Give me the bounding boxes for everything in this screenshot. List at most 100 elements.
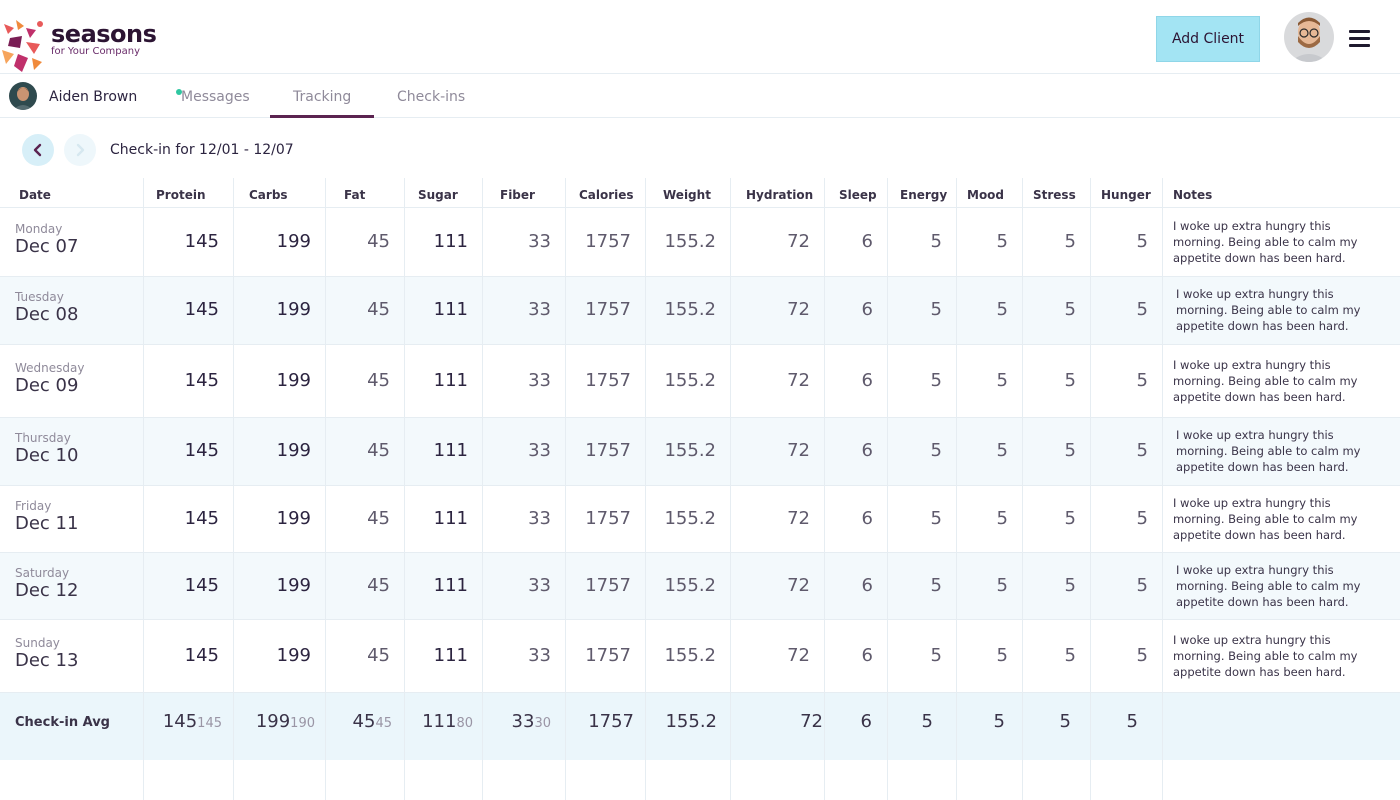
cell-hunger[interactable]: 5 — [1090, 508, 1148, 529]
column-header-mood[interactable]: Mood — [956, 178, 1022, 208]
cell-hunger[interactable]: 5 — [1090, 231, 1148, 252]
cell-stress[interactable]: 5 — [1022, 231, 1076, 252]
column-header-calories[interactable]: Calories — [565, 178, 645, 208]
cell-mood[interactable]: 5 — [956, 441, 1008, 461]
cell-weight[interactable]: 155.2 — [645, 645, 716, 666]
cell-stress[interactable]: 5 — [1022, 508, 1076, 529]
column-header-hunger[interactable]: Hunger — [1090, 178, 1162, 208]
cell-carbs[interactable]: 199 — [233, 575, 311, 596]
cell-hunger[interactable]: 5 — [1090, 575, 1148, 596]
cell-fat[interactable]: 45 — [325, 575, 390, 596]
previous-week-button[interactable] — [22, 134, 54, 166]
cell-calories[interactable]: 1757 — [565, 508, 631, 529]
cell-mood[interactable]: 5 — [956, 370, 1008, 391]
column-header-date[interactable]: Date — [0, 178, 143, 208]
cell-mood[interactable]: 5 — [956, 575, 1008, 596]
cell-weight[interactable]: 155.2 — [645, 300, 716, 320]
cell-fat[interactable]: 45 — [325, 300, 390, 320]
cell-calories[interactable]: 1757 — [565, 370, 631, 391]
cell-hunger[interactable]: 5 — [1090, 300, 1148, 320]
cell-fat[interactable]: 45 — [325, 508, 390, 529]
column-header-sleep[interactable]: Sleep — [824, 178, 887, 208]
cell-carbs[interactable]: 199 — [233, 370, 311, 391]
cell-fiber[interactable]: 33 — [482, 370, 551, 391]
cell-mood[interactable]: 5 — [956, 300, 1008, 320]
column-header-fat[interactable]: Fat — [325, 178, 404, 208]
cell-sleep[interactable]: 6 — [824, 300, 873, 320]
cell-fat[interactable]: 45 — [325, 645, 390, 666]
cell-sugar[interactable]: 111 — [404, 575, 468, 596]
cell-sleep[interactable]: 6 — [824, 575, 873, 596]
cell-sugar[interactable]: 111 — [404, 508, 468, 529]
cell-mood[interactable]: 5 — [956, 231, 1008, 252]
cell-sugar[interactable]: 111 — [404, 231, 468, 252]
cell-sugar[interactable]: 111 — [404, 441, 468, 461]
cell-energy[interactable]: 5 — [887, 575, 942, 596]
cell-protein[interactable]: 145 — [143, 508, 219, 529]
cell-protein[interactable]: 145 — [143, 575, 219, 596]
cell-sleep[interactable]: 6 — [824, 508, 873, 529]
cell-hunger[interactable]: 5 — [1090, 645, 1148, 666]
cell-fiber[interactable]: 33 — [482, 441, 551, 461]
cell-weight[interactable]: 155.2 — [645, 441, 716, 461]
cell-protein[interactable]: 145 — [143, 231, 219, 252]
cell-fiber[interactable]: 33 — [482, 300, 551, 320]
client-name[interactable]: Aiden Brown — [49, 89, 137, 105]
cell-energy[interactable]: 5 — [887, 508, 942, 529]
cell-energy[interactable]: 5 — [887, 441, 942, 461]
column-header-stress[interactable]: Stress — [1022, 178, 1090, 208]
cell-weight[interactable]: 155.2 — [645, 508, 716, 529]
cell-carbs[interactable]: 199 — [233, 441, 311, 461]
hamburger-icon[interactable] — [1349, 30, 1371, 48]
cell-hunger[interactable]: 5 — [1090, 370, 1148, 391]
cell-fiber[interactable]: 33 — [482, 231, 551, 252]
cell-weight[interactable]: 155.2 — [645, 575, 716, 596]
cell-calories[interactable]: 1757 — [565, 575, 631, 596]
cell-calories[interactable]: 1757 — [565, 300, 631, 320]
cell-fiber[interactable]: 33 — [482, 575, 551, 596]
cell-calories[interactable]: 1757 — [565, 441, 631, 461]
client-avatar[interactable] — [9, 82, 37, 110]
cell-protein[interactable]: 145 — [143, 300, 219, 320]
cell-weight[interactable]: 155.2 — [645, 231, 716, 252]
cell-hydration[interactable]: 72 — [730, 370, 810, 391]
cell-fiber[interactable]: 33 — [482, 508, 551, 529]
cell-hydration[interactable]: 72 — [730, 300, 810, 320]
cell-carbs[interactable]: 199 — [233, 300, 311, 320]
cell-mood[interactable]: 5 — [956, 508, 1008, 529]
column-header-weight[interactable]: Weight — [645, 178, 730, 208]
cell-calories[interactable]: 1757 — [565, 645, 631, 666]
cell-sleep[interactable]: 6 — [824, 645, 873, 666]
cell-sugar[interactable]: 111 — [404, 300, 468, 320]
cell-energy[interactable]: 5 — [887, 231, 942, 252]
cell-calories[interactable]: 1757 — [565, 231, 631, 252]
cell-stress[interactable]: 5 — [1022, 575, 1076, 596]
cell-notes[interactable]: I woke up extra hungry this morning. Bei… — [1173, 357, 1383, 405]
cell-hydration[interactable]: 72 — [730, 231, 810, 252]
cell-fat[interactable]: 45 — [325, 370, 390, 391]
column-header-protein[interactable]: Protein — [143, 178, 233, 208]
cell-protein[interactable]: 145 — [143, 370, 219, 391]
tab-messages[interactable]: Messages — [181, 89, 250, 105]
column-header-carbs[interactable]: Carbs — [233, 178, 325, 208]
cell-fat[interactable]: 45 — [325, 441, 390, 461]
cell-fiber[interactable]: 33 — [482, 645, 551, 666]
column-header-fiber[interactable]: Fiber — [482, 178, 565, 208]
cell-sleep[interactable]: 6 — [824, 231, 873, 252]
column-header-notes[interactable]: Notes — [1162, 178, 1400, 208]
add-client-button[interactable]: Add Client — [1156, 16, 1260, 62]
column-header-energy[interactable]: Energy — [887, 178, 956, 208]
cell-stress[interactable]: 5 — [1022, 300, 1076, 320]
cell-carbs[interactable]: 199 — [233, 508, 311, 529]
cell-fat[interactable]: 45 — [325, 231, 390, 252]
cell-carbs[interactable]: 199 — [233, 231, 311, 252]
cell-hydration[interactable]: 72 — [730, 575, 810, 596]
tab-tracking[interactable]: Tracking — [293, 89, 351, 105]
cell-energy[interactable]: 5 — [887, 645, 942, 666]
cell-carbs[interactable]: 199 — [233, 645, 311, 666]
cell-stress[interactable]: 5 — [1022, 441, 1076, 461]
tab-check-ins[interactable]: Check-ins — [397, 89, 465, 105]
cell-protein[interactable]: 145 — [143, 441, 219, 461]
cell-notes[interactable]: I woke up extra hungry this morning. Bei… — [1173, 218, 1383, 266]
cell-energy[interactable]: 5 — [887, 300, 942, 320]
